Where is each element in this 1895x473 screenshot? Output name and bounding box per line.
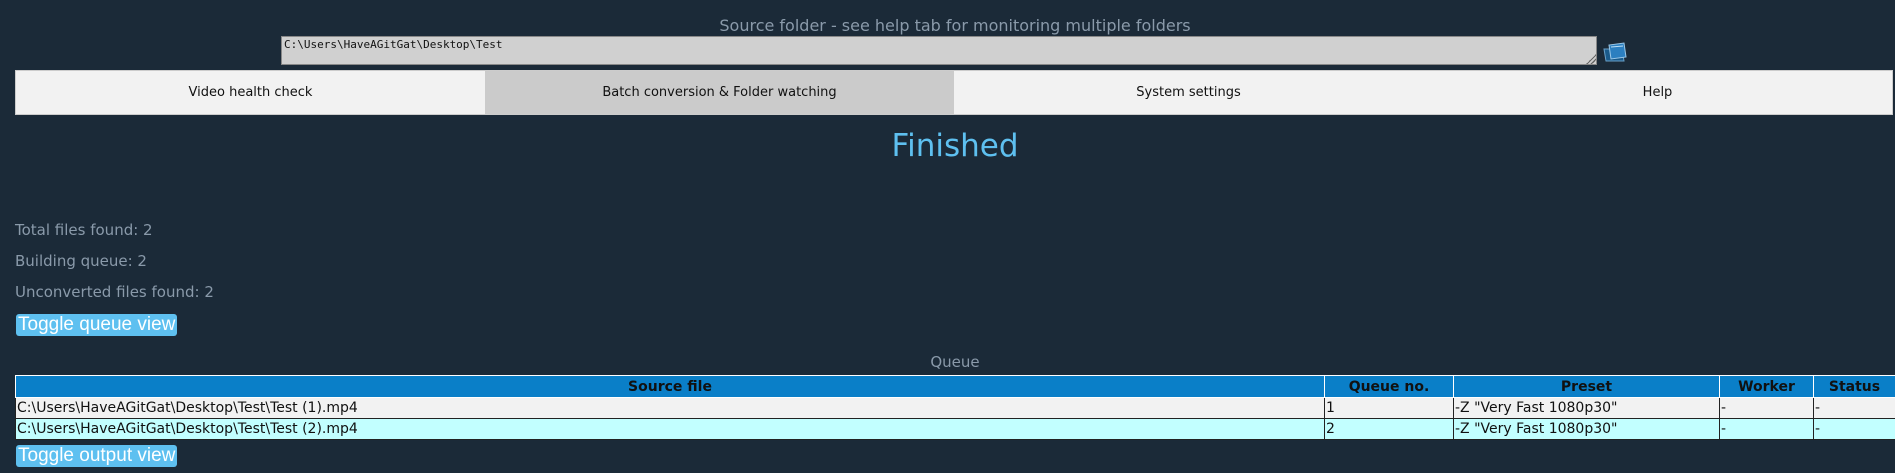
source-folder-input[interactable]: C:\Users\HaveAGitGat\Desktop\Test [281, 36, 1597, 65]
total-files-text: Total files found: 2 [15, 221, 153, 239]
tab-batch-conversion[interactable]: Batch conversion & Folder watching [485, 71, 954, 114]
column-header-preset: Preset [1453, 375, 1720, 398]
cell-source-file: C:\Users\HaveAGitGat\Desktop\Test\Test (… [15, 418, 1325, 440]
cell-queue-no: 2 [1324, 418, 1454, 440]
cell-source-file: C:\Users\HaveAGitGat\Desktop\Test\Test (… [15, 397, 1325, 419]
building-queue-text: Building queue: 2 [15, 252, 147, 270]
source-folder-label: Source folder - see help tab for monitor… [719, 16, 1191, 35]
cell-preset: -Z "Very Fast 1080p30" [1453, 397, 1720, 419]
cell-status: - [1813, 418, 1895, 440]
app-root: Source folder - see help tab for monitor… [0, 0, 1895, 473]
column-header-worker: Worker [1719, 375, 1814, 398]
column-header-source-file: Source file [15, 375, 1325, 398]
table-header-row: Source file Queue no. Preset Worker Stat… [15, 375, 1895, 398]
tab-help[interactable]: Help [1423, 71, 1892, 114]
tab-bar: Video health check Batch conversion & Fo… [15, 70, 1893, 115]
toggle-output-view-button[interactable]: Toggle output view [16, 445, 178, 467]
column-header-queue-no: Queue no. [1324, 375, 1454, 398]
table-row: C:\Users\HaveAGitGat\Desktop\Test\Test (… [15, 397, 1895, 419]
cell-worker: - [1719, 418, 1814, 440]
queue-caption: Queue [930, 353, 980, 371]
cell-queue-no: 1 [1324, 397, 1454, 419]
tab-video-health-check[interactable]: Video health check [16, 71, 485, 114]
cell-status: - [1813, 397, 1895, 419]
resize-grip-icon[interactable] [1586, 54, 1596, 64]
folder-icon[interactable] [1602, 41, 1628, 63]
tab-system-settings[interactable]: System settings [954, 71, 1423, 114]
toggle-queue-view-button[interactable]: Toggle queue view [16, 314, 178, 336]
unconverted-files-text: Unconverted files found: 2 [15, 283, 214, 301]
queue-table: Source file Queue no. Preset Worker Stat… [15, 375, 1895, 440]
cell-worker: - [1719, 397, 1814, 419]
cell-preset: -Z "Very Fast 1080p30" [1453, 418, 1720, 440]
table-row: C:\Users\HaveAGitGat\Desktop\Test\Test (… [15, 418, 1895, 440]
status-title: Finished [891, 128, 1019, 164]
column-header-status: Status [1813, 375, 1895, 398]
